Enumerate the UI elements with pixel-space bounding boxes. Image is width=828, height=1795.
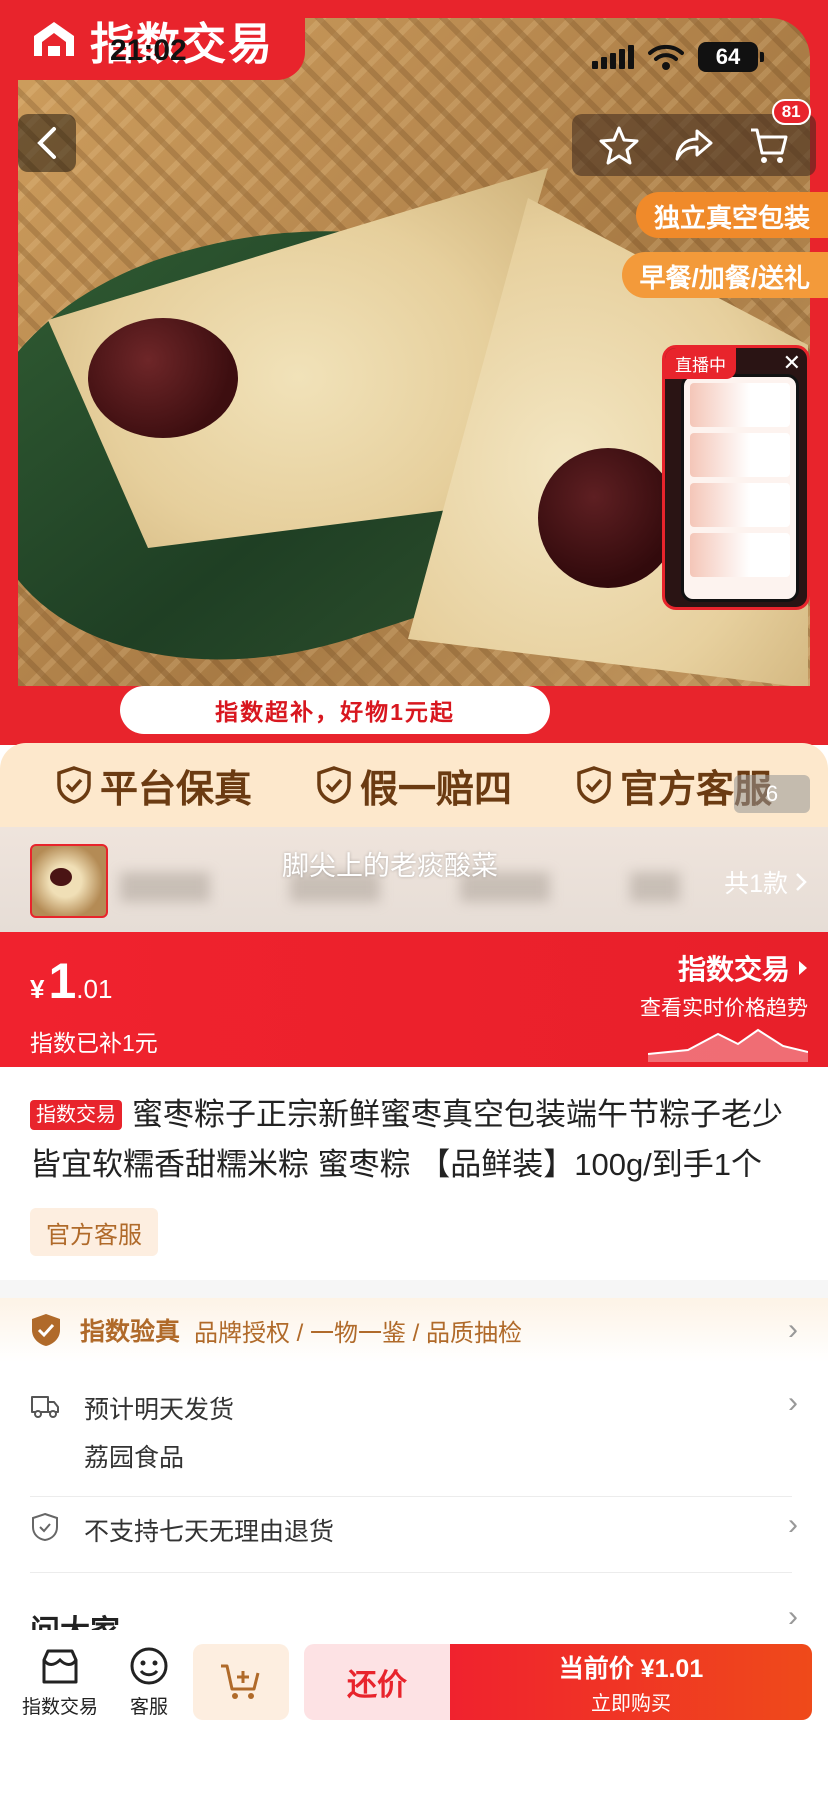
service-chip[interactable]: 官方客服 — [30, 1208, 158, 1256]
cart-button[interactable]: 81 — [743, 99, 811, 171]
battery-indicator: 64 — [698, 42, 764, 72]
store-icon — [42, 1649, 78, 1684]
feature-tag-vacuum: 独立真空包装 — [635, 192, 828, 238]
header-actions: 81 — [572, 99, 816, 176]
guarantee-band: 平台保真 假一赔四 官方客服 — [0, 743, 828, 827]
signal-icon — [592, 45, 634, 69]
current-price: ¥ 1 .01 — [30, 953, 113, 1009]
section-gap — [0, 1280, 828, 1298]
bargain-button[interactable]: 还价 — [304, 1644, 450, 1720]
buy-now-button[interactable]: 当前价 ¥1.01 立即购买 — [450, 1644, 812, 1720]
guarantee-compensation: 假一赔四 — [316, 758, 512, 813]
verify-description: 品牌授权 / 一物一鉴 / 品质抽检 — [194, 1319, 523, 1347]
jujube-left — [88, 318, 238, 438]
returns-policy: 不支持七天无理由退货 — [84, 1518, 335, 1546]
shipping-row[interactable]: 预计明天发货 荔园食品 › — [0, 1386, 828, 1494]
customer-service-button[interactable]: 客服 — [128, 1646, 170, 1719]
divider — [30, 1496, 792, 1497]
shield-check-icon — [57, 766, 91, 804]
share-button[interactable] — [668, 119, 720, 171]
buy-price-label: 当前价 ¥1.01 — [558, 1654, 704, 1683]
promo-banner: 指数超补，好物1元起 — [120, 686, 550, 734]
live-stream-window[interactable]: 直播中 ✕ — [662, 345, 810, 610]
cart-add-icon — [221, 1664, 260, 1699]
product-title: 指数交易 蜜枣粽子正宗新鲜蜜枣真空包装端午节粽子老少皆宜软糯香甜糯米粽 蜜枣粽 【… — [30, 1097, 783, 1182]
variant-count[interactable]: 共1款 — [724, 864, 808, 900]
seller-name: 荔园食品 — [84, 1444, 185, 1472]
title-badge: 指数交易 — [30, 1100, 122, 1130]
price-bar: ¥ 1 .01 指数已补1元 指数交易 查看实时价格趋势 — [0, 932, 828, 1067]
shield-check-icon — [577, 766, 611, 804]
cart-icon — [750, 128, 788, 163]
close-icon[interactable]: ✕ — [783, 350, 801, 376]
divider — [30, 1572, 792, 1573]
chevron-right-icon: › — [788, 1386, 798, 1419]
cart-count-badge: 81 — [771, 99, 811, 125]
chevron-right-icon: › — [788, 1600, 798, 1633]
image-counter: 6 — [734, 775, 810, 813]
chevron-right-icon: › — [788, 1313, 798, 1346]
wifi-icon — [648, 44, 684, 70]
verify-row[interactable]: 指数验真 品牌授权 / 一物一鉴 / 品质抽检 › — [0, 1298, 828, 1362]
returns-row[interactable]: 不支持七天无理由退货 › — [0, 1508, 828, 1558]
truck-icon — [31, 1396, 59, 1418]
price-trend-subtitle: 查看实时价格趋势 — [640, 997, 808, 1020]
back-button[interactable] — [18, 114, 76, 172]
buy-now-label: 立即购买 — [591, 1692, 671, 1715]
status-icons: 64 — [592, 42, 764, 72]
subsidy-text: 指数已补1元 — [30, 1030, 158, 1056]
price-trend-title: 指数交易 — [677, 954, 790, 985]
share-icon — [675, 129, 713, 161]
home-store-button[interactable]: 指数交易 — [22, 1646, 98, 1719]
chevron-right-icon: › — [788, 1508, 798, 1541]
shield-check-icon — [317, 766, 351, 804]
status-time: 21:02 — [110, 34, 187, 67]
bottom-action-bar: 指数交易 客服 还价 当前价 ¥1.01 立即购买 — [0, 1630, 828, 1795]
hero-area: 指数交易 21:02 64 81 独立真空包装 早餐/加餐/送礼 直播中 ✕ 指… — [0, 0, 828, 745]
smiley-chat-icon — [130, 1647, 168, 1685]
shipping-estimate: 预计明天发货 — [84, 1396, 235, 1424]
variant-thumbnail[interactable] — [30, 844, 108, 918]
chevron-right-icon — [796, 873, 807, 891]
guarantee-authentic: 平台保真 — [56, 758, 252, 813]
jujube-right — [538, 448, 678, 588]
favorite-button[interactable] — [593, 119, 645, 171]
feature-tag-usage: 早餐/加餐/送礼 — [621, 252, 828, 298]
live-label: 直播中 — [665, 348, 736, 379]
price-trend-sparkline — [648, 1028, 808, 1062]
brand-logo-icon — [34, 22, 74, 56]
star-icon — [599, 126, 639, 165]
shield-icon — [32, 1512, 58, 1542]
price-trend-link[interactable]: 指数交易 查看实时价格趋势 — [640, 948, 808, 1022]
verified-shield-icon — [32, 1314, 60, 1346]
chevron-left-icon — [37, 127, 56, 159]
product-title-area: 指数交易 蜜枣粽子正宗新鲜蜜枣真空包装端午节粽子老少皆宜软糯香甜糯米粽 蜜枣粽 【… — [30, 1090, 810, 1190]
verify-title: 指数验真 — [80, 1318, 181, 1346]
add-to-cart-button[interactable] — [193, 1644, 289, 1720]
caret-right-icon — [799, 961, 807, 975]
variant-title: 脚尖上的老痰酸菜 — [282, 851, 498, 881]
live-preview — [681, 374, 799, 602]
